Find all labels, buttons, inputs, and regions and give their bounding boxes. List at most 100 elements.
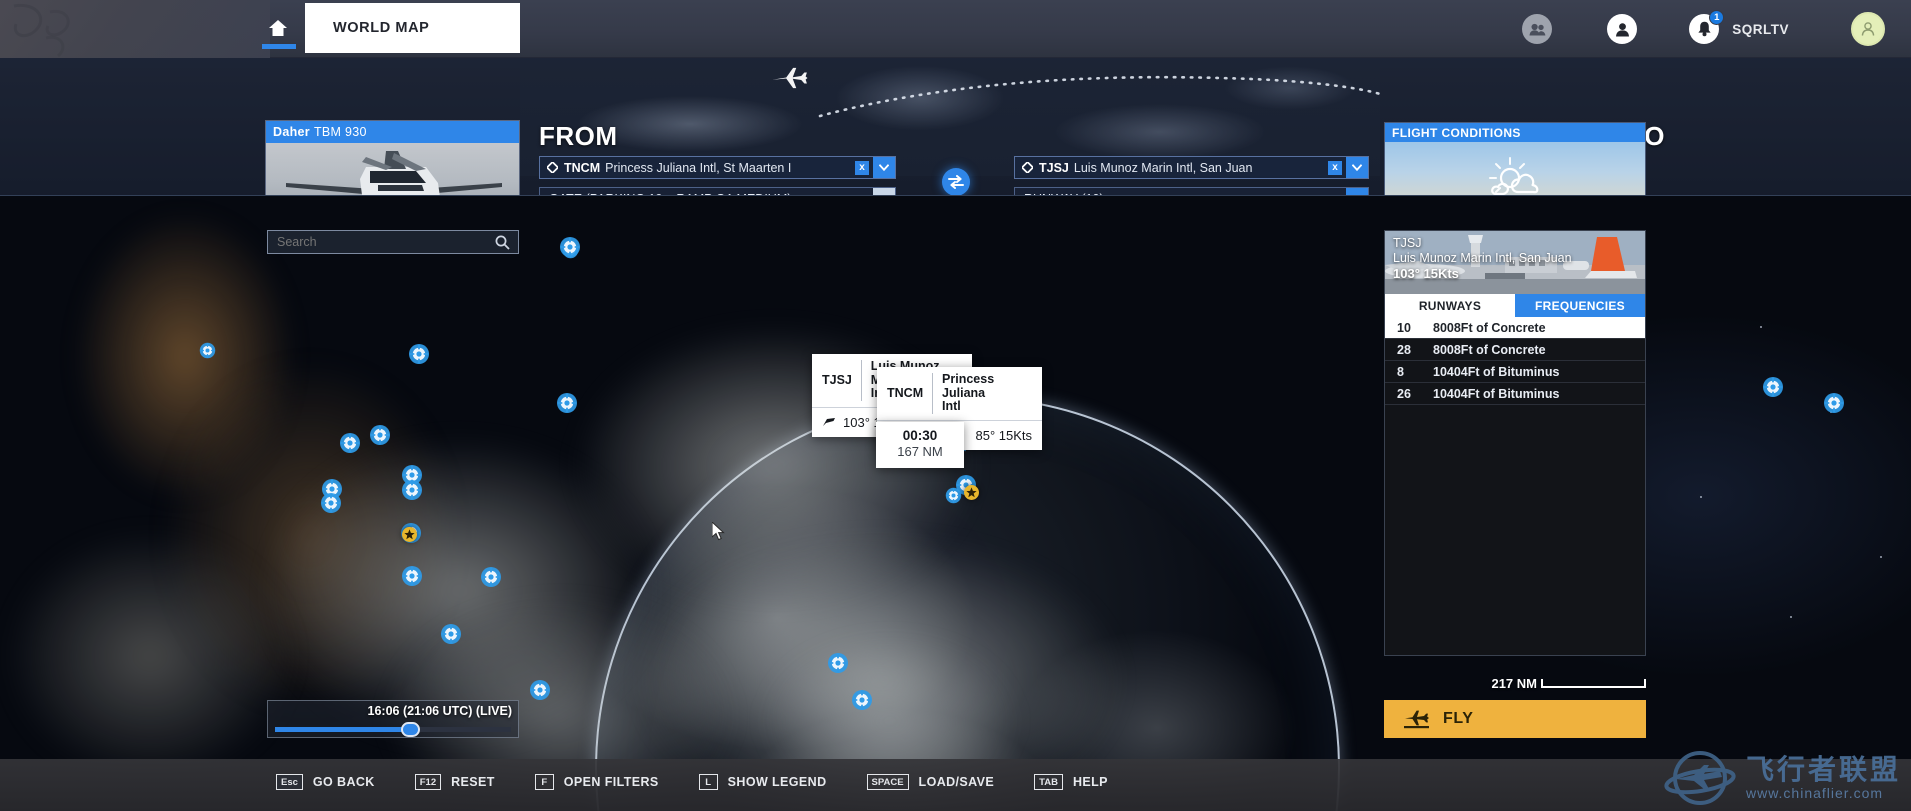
- profile-icon[interactable]: [1607, 14, 1638, 44]
- search-input[interactable]: [268, 235, 495, 249]
- flight-conditions-card[interactable]: FLIGHT CONDITIONS: [1384, 122, 1646, 195]
- point-of-interest-marker[interactable]: [963, 484, 979, 500]
- arrival-airport-field[interactable]: TJSJ Luis Munoz Marin Intl, San Juan x: [1014, 156, 1369, 179]
- avatar[interactable]: [1851, 12, 1885, 46]
- notifications-button[interactable]: 1: [1689, 10, 1725, 44]
- arrival-runway-dropdown-icon[interactable]: [1346, 188, 1368, 195]
- airport-marker[interactable]: [199, 342, 216, 359]
- airport-marker[interactable]: [1823, 392, 1845, 414]
- leg-time: 00:30: [902, 428, 938, 443]
- landmass-decor: [70, 206, 300, 506]
- home-tab-indicator: [262, 44, 296, 49]
- airport-marker[interactable]: [1762, 376, 1784, 398]
- airport-marker[interactable]: [339, 432, 361, 454]
- runway-row[interactable]: 10 8008Ft of Concrete: [1385, 317, 1645, 339]
- runway-id: 28: [1397, 342, 1411, 357]
- landmass-decor: [150, 346, 470, 726]
- from-heading: FROM: [539, 121, 618, 151]
- airport-marker[interactable]: [401, 565, 423, 587]
- tab-runways-label: RUNWAYS: [1418, 298, 1482, 313]
- airport-marker[interactable]: [401, 479, 423, 501]
- airport-marker[interactable]: [369, 424, 391, 446]
- shortcut-list: Esc GO BACK F12 RESET F OPEN FILTERS L SHOW LEG…: [276, 774, 1148, 790]
- aircraft-card[interactable]: Daher TBM 930: [265, 120, 520, 195]
- friends-icon[interactable]: [1522, 14, 1553, 44]
- fly-button[interactable]: FLY: [1384, 700, 1646, 738]
- airport-marker[interactable]: [320, 492, 342, 514]
- runway-row[interactable]: 8 10404Ft of Bituminus: [1385, 361, 1645, 383]
- time-slider-track[interactable]: [275, 722, 511, 737]
- shortcut-label: OPEN FILTERS: [563, 775, 659, 789]
- time-slider-handle[interactable]: [400, 722, 420, 737]
- clear-departure-button[interactable]: x: [855, 160, 869, 175]
- notification-badge: 1: [1709, 10, 1725, 25]
- windsock-icon: [823, 417, 835, 426]
- cloud-decor: [0, 526, 300, 786]
- airport-marker[interactable]: [559, 236, 581, 258]
- arrival-runway-field[interactable]: RUNWAY (10): [1014, 187, 1369, 195]
- departure-name: Princess Juliana Intl, St Maarten I: [605, 160, 792, 175]
- fly-button-label: FLY: [1443, 710, 1474, 727]
- shortcut-help[interactable]: TAB HELP: [1034, 774, 1108, 790]
- time-of-day-slider[interactable]: 16:06 (21:06 UTC) (LIVE): [267, 700, 519, 738]
- takeoff-plane-icon: [1404, 710, 1429, 729]
- runway-row[interactable]: 26 10404Ft of Bituminus: [1385, 383, 1645, 405]
- leg-distance: 167 NM: [897, 444, 943, 459]
- leg-info-tooltip[interactable]: 00:30 167 NM: [876, 422, 964, 468]
- search-icon[interactable]: [495, 235, 510, 250]
- aircraft-thumbnail: [266, 143, 519, 195]
- departure-gate-field[interactable]: GATE (PARKING 19 – RAMP GA MEDIUM): [539, 187, 896, 196]
- shortcut-key: SPACE: [866, 774, 909, 790]
- shortcut-show-legend[interactable]: L SHOW LEGEND: [698, 774, 827, 790]
- departure-gate-value: GATE (PARKING 19 – RAMP GA MEDIUM): [540, 192, 873, 196]
- airport-panel-icao: TJSJ: [1393, 236, 1422, 250]
- runway-id: 10: [1397, 320, 1411, 335]
- airport-marker[interactable]: [480, 566, 502, 588]
- runway-id: 8: [1397, 364, 1404, 379]
- airport-marker[interactable]: [827, 652, 849, 674]
- swap-route-button[interactable]: [942, 168, 970, 195]
- departure-gate-dropdown-icon[interactable]: [873, 188, 895, 195]
- shortcut-key: F: [534, 774, 554, 790]
- shortcut-load-save[interactable]: SPACE LOAD/SAVE: [866, 774, 995, 790]
- watermark-url: www.chinaflier.com: [1745, 785, 1884, 801]
- home-icon: [269, 20, 287, 36]
- shortcut-key: L: [698, 774, 718, 790]
- weather-preview: [1385, 142, 1645, 195]
- tab-runways[interactable]: RUNWAYS: [1385, 294, 1515, 317]
- shortcut-label: GO BACK: [312, 775, 375, 789]
- clear-arrival-button[interactable]: x: [1328, 160, 1342, 175]
- flight-conditions-title: FLIGHT CONDITIONS: [1385, 123, 1645, 142]
- arrival-dropdown-icon[interactable]: [1346, 157, 1368, 178]
- airport-marker[interactable]: [408, 343, 430, 365]
- departure-airport-field[interactable]: TNCM Princess Juliana Intl, St Maarten I…: [539, 156, 896, 179]
- shortcut-reset[interactable]: F12 RESET: [414, 774, 495, 790]
- tab-world-map[interactable]: WORLD MAP: [305, 3, 520, 53]
- runway-row[interactable]: 28 8008Ft of Concrete: [1385, 339, 1645, 361]
- shortcut-open-filters[interactable]: F OPEN FILTERS: [534, 774, 659, 790]
- decorative-swirl-icon: [13, 3, 70, 58]
- scale-bar: [1541, 678, 1646, 688]
- runway-id: 26: [1397, 386, 1411, 401]
- runway-surface: 8008Ft of Concrete: [1433, 342, 1546, 357]
- airport-info-panel: TJSJ Luis Munoz Marin Intl, San Juan 103…: [1384, 230, 1646, 656]
- airport-marker[interactable]: [440, 623, 462, 645]
- shortcut-label: LOAD/SAVE: [918, 775, 995, 789]
- point-of-interest-marker[interactable]: [401, 526, 417, 542]
- shortcut-go-back[interactable]: Esc GO BACK: [276, 774, 375, 790]
- airport-marker[interactable]: [529, 679, 551, 701]
- watermark-chinese-text: 飞行者联盟: [1745, 754, 1901, 785]
- airport-marker[interactable]: [556, 392, 578, 414]
- distance-value: 217 NM: [1491, 675, 1537, 691]
- tab-world-map-label: WORLD MAP: [333, 20, 430, 36]
- departure-dropdown-icon[interactable]: [873, 157, 895, 178]
- diamond-icon: [1022, 162, 1033, 173]
- top-navigation-bar: WORLD MAP 1 SQRLTV: [0, 0, 1911, 58]
- footer-shortcut-bar: Esc GO BACK F12 RESET F OPEN FILTERS L SHOW LEG…: [0, 751, 1911, 811]
- airport-marker[interactable]: [851, 689, 873, 711]
- airport-panel-wind: 103° 15Kts: [1393, 266, 1459, 281]
- tab-frequencies[interactable]: FREQUENCIES: [1515, 294, 1645, 317]
- map-search-box[interactable]: [267, 230, 519, 254]
- mouse-cursor: [712, 522, 725, 541]
- aircraft-brand: Daher: [273, 125, 310, 139]
